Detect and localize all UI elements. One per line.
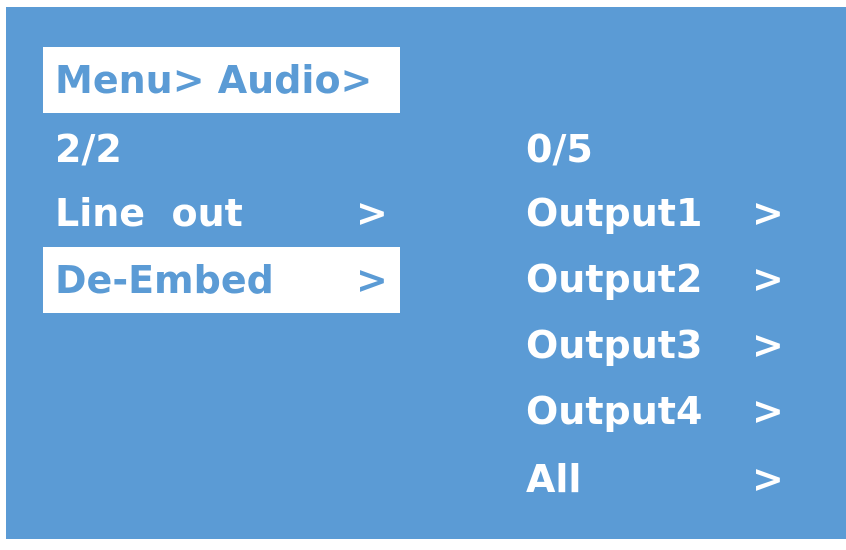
chevron-right-icon: > — [752, 191, 784, 235]
chevron-right-icon: > — [752, 257, 784, 301]
chevron-right-icon: > — [752, 323, 784, 367]
submenu-item-output4[interactable]: Output4 > — [514, 379, 814, 443]
submenu-item-output3[interactable]: Output3 > — [514, 313, 814, 377]
submenu-item-output2[interactable]: Output2 > — [514, 247, 814, 311]
submenu-item-label: Output3 — [526, 323, 703, 367]
menu-item-line-out[interactable]: Line out > — [43, 181, 400, 245]
submenu-item-label: Output2 — [526, 257, 703, 301]
chevron-right-icon: > — [752, 389, 784, 433]
submenu-item-all[interactable]: All > — [514, 447, 814, 511]
left-page-indicator: 2/2 — [43, 117, 243, 181]
menu-item-de-embed[interactable]: De-Embed > — [43, 247, 400, 313]
left-page-indicator-text: 2/2 — [55, 127, 122, 171]
chevron-right-icon: > — [752, 457, 784, 501]
submenu-item-output1[interactable]: Output1 > — [514, 181, 814, 245]
submenu-item-label: Output1 — [526, 191, 703, 235]
chevron-right-icon: > — [356, 258, 388, 302]
right-page-indicator-text: 0/5 — [526, 127, 593, 171]
chevron-right-icon: > — [356, 191, 388, 235]
breadcrumb: Menu> Audio> — [43, 47, 400, 113]
menu-screen: Menu> Audio> 2/2 Line out > De-Embed > 0… — [6, 7, 846, 539]
breadcrumb-text: Menu> Audio> — [55, 58, 373, 102]
submenu-item-label: All — [526, 457, 582, 501]
menu-item-label: De-Embed — [55, 258, 274, 302]
menu-item-label: Line out — [55, 191, 243, 235]
right-page-indicator: 0/5 — [514, 117, 714, 181]
submenu-item-label: Output4 — [526, 389, 703, 433]
